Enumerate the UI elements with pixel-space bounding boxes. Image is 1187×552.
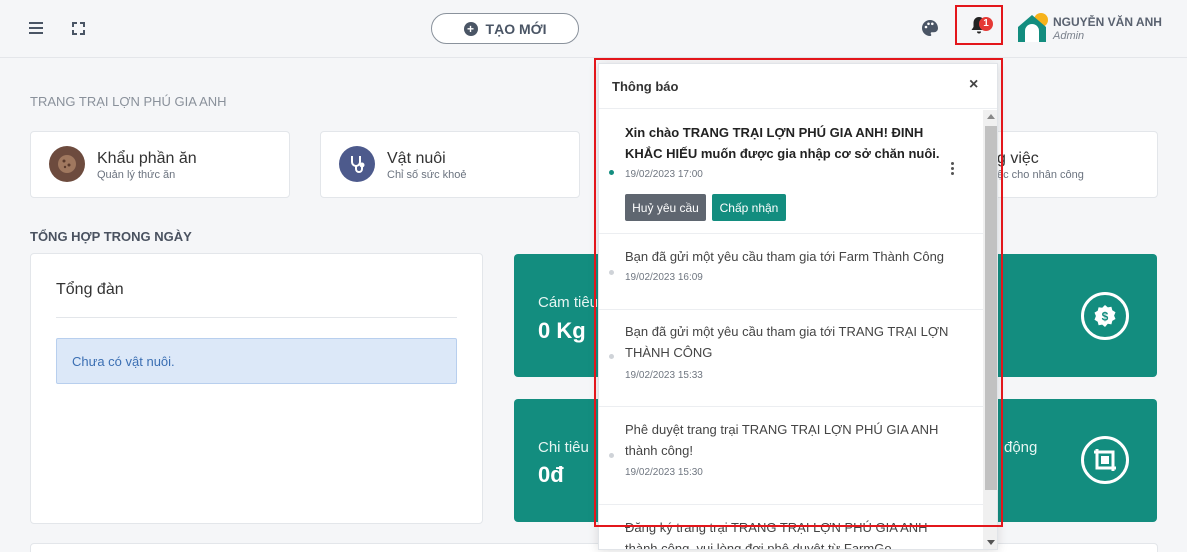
feature-title: g việc — [997, 150, 1039, 167]
stat-value: 0đ — [538, 462, 564, 487]
notification-text: Đăng ký trang trại TRANG TRẠI LỢN PHÚ GI… — [625, 520, 928, 550]
scroll-down-arrow-icon[interactable] — [987, 540, 995, 545]
unread-dot — [609, 170, 614, 175]
stat-label: Chi tiêu — [538, 439, 589, 456]
notification-item[interactable]: Đăng ký trang trại TRANG TRẠI LỢN PHÚ GI… — [599, 505, 983, 550]
divider — [56, 317, 457, 318]
notification-time: 19/02/2023 15:33 — [625, 370, 703, 381]
user-name: NGUYỄN VĂN ANH — [1053, 15, 1162, 29]
accept-button[interactable]: Chấp nhận — [712, 194, 786, 221]
notification-time: 19/02/2023 16:09 — [625, 272, 703, 283]
notification-text: Xin chào TRANG TRẠI LỢN PHÚ GIA ANH! ĐIN… — [625, 125, 940, 161]
notification-item[interactable]: Bạn đã gửi một yêu cầu tham gia tới Farm… — [599, 234, 983, 310]
feature-card-livestock[interactable]: Vật nuôi Chỉ số sức khoẻ — [320, 131, 580, 198]
user-role: Admin — [1053, 30, 1085, 42]
stat-right-label: động — [1004, 439, 1038, 456]
empty-herd-alert: Chưa có vật nuôi. — [56, 338, 457, 384]
create-new-label: TẠO MỚI — [485, 20, 547, 37]
scroll-thumb[interactable] — [985, 126, 997, 490]
farm-logo-avatar — [1018, 13, 1048, 42]
daily-summary-title: TỔNG HỢP TRONG NGÀY — [30, 229, 192, 244]
crop-frame-icon — [1081, 436, 1129, 484]
plus-circle-icon: + — [463, 21, 478, 36]
feature-title: Khẩu phần ăn — [97, 150, 197, 167]
notification-panel: Thông báo × Xin chào TRANG TRẠI LỢN PHÚ … — [598, 63, 998, 550]
notification-item[interactable]: Bạn đã gửi một yêu cầu tham gia tới TRAN… — [599, 310, 983, 407]
fullscreen-icon[interactable] — [66, 16, 90, 40]
cookie-icon — [49, 146, 85, 182]
feature-subtitle: ệc cho nhân công — [997, 169, 1084, 181]
more-options-icon[interactable] — [951, 162, 955, 177]
notification-list: Xin chào TRANG TRẠI LỢN PHÚ GIA ANH! ĐIN… — [599, 110, 983, 550]
notification-item[interactable]: Xin chào TRANG TRẠI LỢN PHÚ GIA ANH! ĐIN… — [599, 110, 983, 234]
menu-icon[interactable] — [24, 16, 48, 40]
notification-item[interactable]: Phê duyệt trang trại TRANG TRẠI LỢN PHÚ … — [599, 407, 983, 505]
farm-title: TRANG TRẠI LỢN PHÚ GIA ANH — [30, 94, 227, 109]
notification-time: 19/02/2023 15:30 — [625, 467, 703, 478]
read-dot — [609, 270, 614, 275]
notification-button[interactable]: 1 — [955, 5, 1003, 45]
stethoscope-icon — [339, 146, 375, 182]
stat-label: Cám tiêu — [538, 294, 599, 311]
notification-title: Thông báo — [612, 79, 679, 94]
notification-count-badge: 1 — [979, 17, 993, 31]
create-new-button[interactable]: + TẠO MỚI — [431, 13, 579, 44]
notification-text: Bạn đã gửi một yêu cầu tham gia tới Farm… — [625, 249, 945, 264]
herd-title: Tổng đàn — [56, 281, 124, 298]
user-menu[interactable]: NGUYỄN VĂN ANH Admin — [1016, 12, 1176, 46]
cancel-request-button[interactable]: Huỷ yêu cầu — [625, 194, 706, 221]
feature-subtitle: Quản lý thức ăn — [97, 169, 176, 181]
notification-header: Thông báo × — [599, 64, 997, 109]
notification-time: 19/02/2023 17:00 — [625, 169, 703, 180]
top-bar: + TẠO MỚI 1 NGUYỄN VĂN ANH Admin — [0, 0, 1187, 58]
feature-title: Vật nuôi — [387, 150, 446, 167]
dollar-badge-icon: $ — [1081, 292, 1129, 340]
read-dot — [609, 453, 614, 458]
herd-card: Tổng đàn Chưa có vật nuôi. — [30, 253, 483, 524]
close-icon[interactable]: × — [969, 76, 978, 94]
notification-text: Phê duyệt trang trại TRANG TRẠI LỢN PHÚ … — [625, 422, 939, 458]
scroll-up-arrow-icon[interactable] — [987, 114, 995, 119]
stat-value: 0 Kg — [538, 318, 586, 343]
svg-text:$: $ — [1102, 310, 1109, 324]
feature-subtitle: Chỉ số sức khoẻ — [387, 169, 467, 181]
notification-scrollbar[interactable] — [983, 110, 997, 549]
read-dot — [609, 354, 614, 359]
notification-text: Bạn đã gửi một yêu cầu tham gia tới TRAN… — [625, 324, 949, 360]
feature-card-feed[interactable]: Khẩu phần ăn Quản lý thức ăn — [30, 131, 290, 198]
palette-icon[interactable] — [918, 16, 942, 40]
